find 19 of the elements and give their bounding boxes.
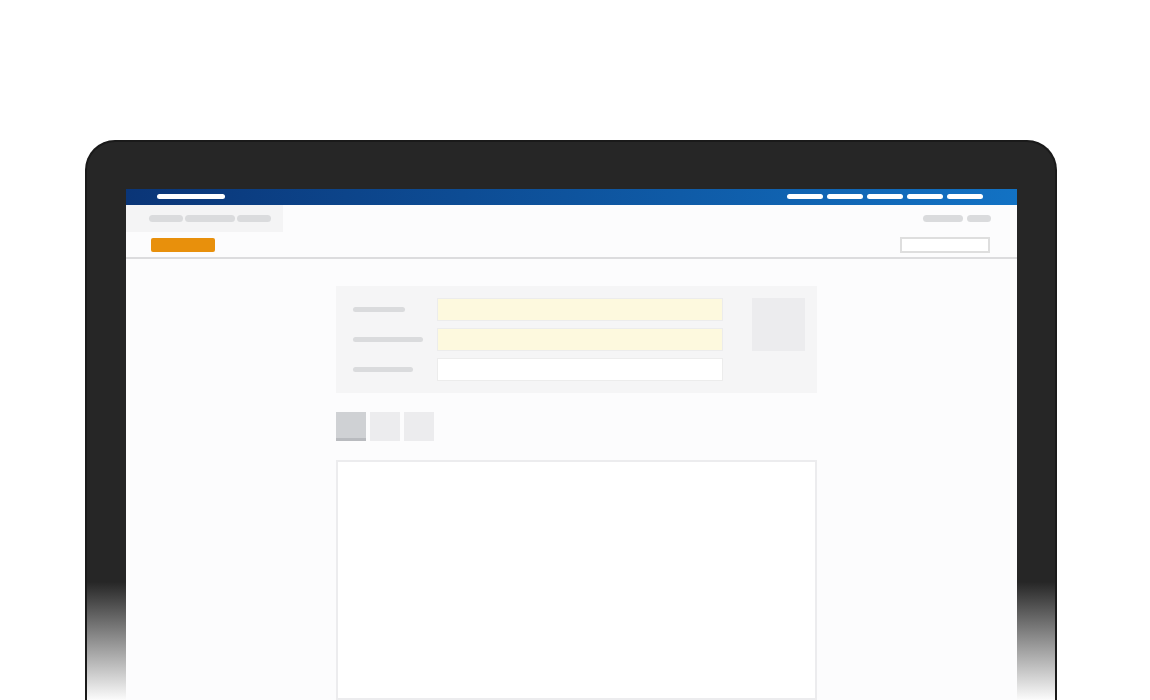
field-label [353,337,423,342]
nav-link[interactable] [827,194,863,200]
input-field[interactable] [437,298,723,321]
user-link[interactable] [923,214,963,222]
breadcrumb-link[interactable] [185,214,235,222]
nav-link[interactable] [867,194,903,200]
field-label [353,367,413,372]
tab[interactable] [336,412,366,441]
user-link[interactable] [967,214,991,222]
nav-link[interactable] [907,194,943,200]
primary-button[interactable] [151,237,215,252]
breadcrumb-link[interactable] [237,214,271,222]
input-field[interactable] [437,328,723,351]
search-field[interactable] [900,236,990,253]
logo-placeholder [157,194,225,200]
breadcrumb-link[interactable] [149,214,183,222]
nav-link[interactable] [947,194,983,200]
nav-link[interactable] [787,194,823,200]
field-label [353,307,405,312]
